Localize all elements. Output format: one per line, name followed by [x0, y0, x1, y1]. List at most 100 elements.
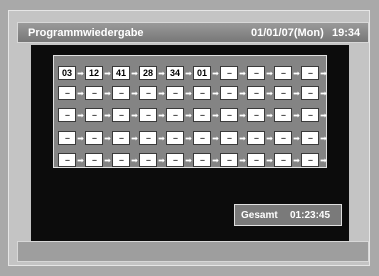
arrow-right-icon: ➡: [104, 155, 111, 165]
arrow-right-icon: ➡: [320, 133, 327, 143]
track-slot[interactable]: --: [139, 131, 157, 145]
arrow-right-icon: ➡: [104, 133, 111, 143]
track-slot[interactable]: --: [85, 86, 103, 100]
arrow-right-icon: ➡: [239, 133, 246, 143]
track-slot[interactable]: 03: [58, 66, 76, 80]
track-slot[interactable]: --: [220, 153, 238, 167]
track-slot[interactable]: --: [274, 86, 292, 100]
track-slot[interactable]: --: [247, 66, 265, 80]
total-time-box: Gesamt 01:23:45: [234, 204, 342, 226]
track-slot[interactable]: --: [193, 86, 211, 100]
program-row: 03 ➡ 12 ➡ 41 ➡ 28 ➡ 34 ➡ 01 ➡ -- ➡ -- ➡ -- ➡ -- ➡: [58, 65, 328, 81]
arrow-right-icon: ➡: [131, 68, 138, 78]
time-display: 19:34: [332, 27, 361, 39]
arrow-right-icon: ➡: [212, 133, 219, 143]
track-slot[interactable]: --: [85, 153, 103, 167]
track-slot[interactable]: --: [220, 108, 238, 122]
arrow-right-icon: ➡: [104, 110, 111, 120]
total-label: Gesamt: [241, 210, 278, 221]
track-slot[interactable]: 41: [112, 66, 130, 80]
track-slot[interactable]: --: [58, 86, 76, 100]
arrow-right-icon: ➡: [158, 68, 165, 78]
arrow-right-icon: ➡: [239, 155, 246, 165]
arrow-right-icon: ➡: [293, 155, 300, 165]
arrow-right-icon: ➡: [77, 88, 84, 98]
track-slot[interactable]: 34: [166, 66, 184, 80]
track-slot[interactable]: --: [58, 131, 76, 145]
track-slot[interactable]: --: [58, 108, 76, 122]
arrow-right-icon: ➡: [185, 155, 192, 165]
arrow-right-icon: ➡: [185, 110, 192, 120]
header-bar: Programmwiedergabe 01/01/07(Mon) 19:34: [17, 22, 369, 43]
track-slot[interactable]: --: [193, 153, 211, 167]
track-slot[interactable]: --: [139, 86, 157, 100]
track-slot[interactable]: --: [247, 108, 265, 122]
track-slot[interactable]: --: [301, 86, 319, 100]
arrow-right-icon: ➡: [266, 68, 273, 78]
arrow-right-icon: ➡: [212, 68, 219, 78]
track-slot[interactable]: --: [247, 131, 265, 145]
arrow-right-icon: ➡: [185, 133, 192, 143]
track-slot[interactable]: --: [274, 108, 292, 122]
track-slot[interactable]: 12: [85, 66, 103, 80]
track-slot[interactable]: --: [112, 108, 130, 122]
page-title: Programmwiedergabe: [28, 27, 144, 39]
track-slot[interactable]: --: [247, 153, 265, 167]
track-slot[interactable]: --: [301, 108, 319, 122]
arrow-right-icon: ➡: [158, 133, 165, 143]
track-slot[interactable]: --: [301, 66, 319, 80]
date-display: 01/01/07(Mon): [251, 27, 324, 39]
arrow-right-icon: ➡: [266, 155, 273, 165]
arrow-right-icon: ➡: [293, 110, 300, 120]
arrow-right-icon: ➡: [293, 68, 300, 78]
track-slot[interactable]: --: [112, 86, 130, 100]
arrow-right-icon: ➡: [239, 68, 246, 78]
track-slot[interactable]: --: [220, 66, 238, 80]
program-grid: 03 ➡ 12 ➡ 41 ➡ 28 ➡ 34 ➡ 01 ➡ -- ➡ -- ➡ -- ➡ -- ➡ -- ➡ -- ➡ -- ➡ -…: [53, 55, 327, 168]
track-slot[interactable]: 28: [139, 66, 157, 80]
arrow-right-icon: ➡: [293, 133, 300, 143]
arrow-right-icon: ➡: [185, 88, 192, 98]
track-slot[interactable]: --: [166, 153, 184, 167]
track-slot[interactable]: --: [274, 153, 292, 167]
arrow-right-icon: ➡: [77, 133, 84, 143]
track-slot[interactable]: --: [301, 131, 319, 145]
arrow-right-icon: ➡: [239, 88, 246, 98]
program-row: -- ➡ -- ➡ -- ➡ -- ➡ -- ➡ -- ➡ -- ➡ -- ➡ -- ➡ -- ➡: [58, 152, 328, 168]
track-slot[interactable]: --: [139, 108, 157, 122]
arrow-right-icon: ➡: [266, 88, 273, 98]
track-slot[interactable]: --: [274, 66, 292, 80]
track-slot[interactable]: --: [85, 131, 103, 145]
track-slot[interactable]: --: [166, 86, 184, 100]
arrow-right-icon: ➡: [320, 88, 327, 98]
track-slot[interactable]: --: [166, 108, 184, 122]
track-slot[interactable]: --: [58, 153, 76, 167]
arrow-right-icon: ➡: [104, 68, 111, 78]
arrow-right-icon: ➡: [320, 155, 327, 165]
arrow-right-icon: ➡: [77, 68, 84, 78]
arrow-right-icon: ➡: [158, 110, 165, 120]
arrow-right-icon: ➡: [131, 155, 138, 165]
track-slot[interactable]: --: [139, 153, 157, 167]
track-slot[interactable]: --: [220, 86, 238, 100]
track-slot[interactable]: --: [112, 131, 130, 145]
arrow-right-icon: ➡: [320, 68, 327, 78]
track-slot[interactable]: --: [220, 131, 238, 145]
program-row: -- ➡ -- ➡ -- ➡ -- ➡ -- ➡ -- ➡ -- ➡ -- ➡ -- ➡ -- ➡: [58, 107, 328, 123]
arrow-right-icon: ➡: [212, 88, 219, 98]
arrow-right-icon: ➡: [131, 133, 138, 143]
track-slot[interactable]: --: [112, 153, 130, 167]
arrow-right-icon: ➡: [185, 68, 192, 78]
track-slot[interactable]: --: [193, 108, 211, 122]
track-slot[interactable]: --: [193, 131, 211, 145]
footer-bar: [17, 241, 369, 262]
arrow-right-icon: ➡: [131, 110, 138, 120]
track-slot[interactable]: --: [166, 131, 184, 145]
arrow-right-icon: ➡: [77, 155, 84, 165]
track-slot[interactable]: 01: [193, 66, 211, 80]
track-slot[interactable]: --: [85, 108, 103, 122]
track-slot[interactable]: --: [274, 131, 292, 145]
track-slot[interactable]: --: [247, 86, 265, 100]
arrow-right-icon: ➡: [266, 133, 273, 143]
track-slot[interactable]: --: [301, 153, 319, 167]
